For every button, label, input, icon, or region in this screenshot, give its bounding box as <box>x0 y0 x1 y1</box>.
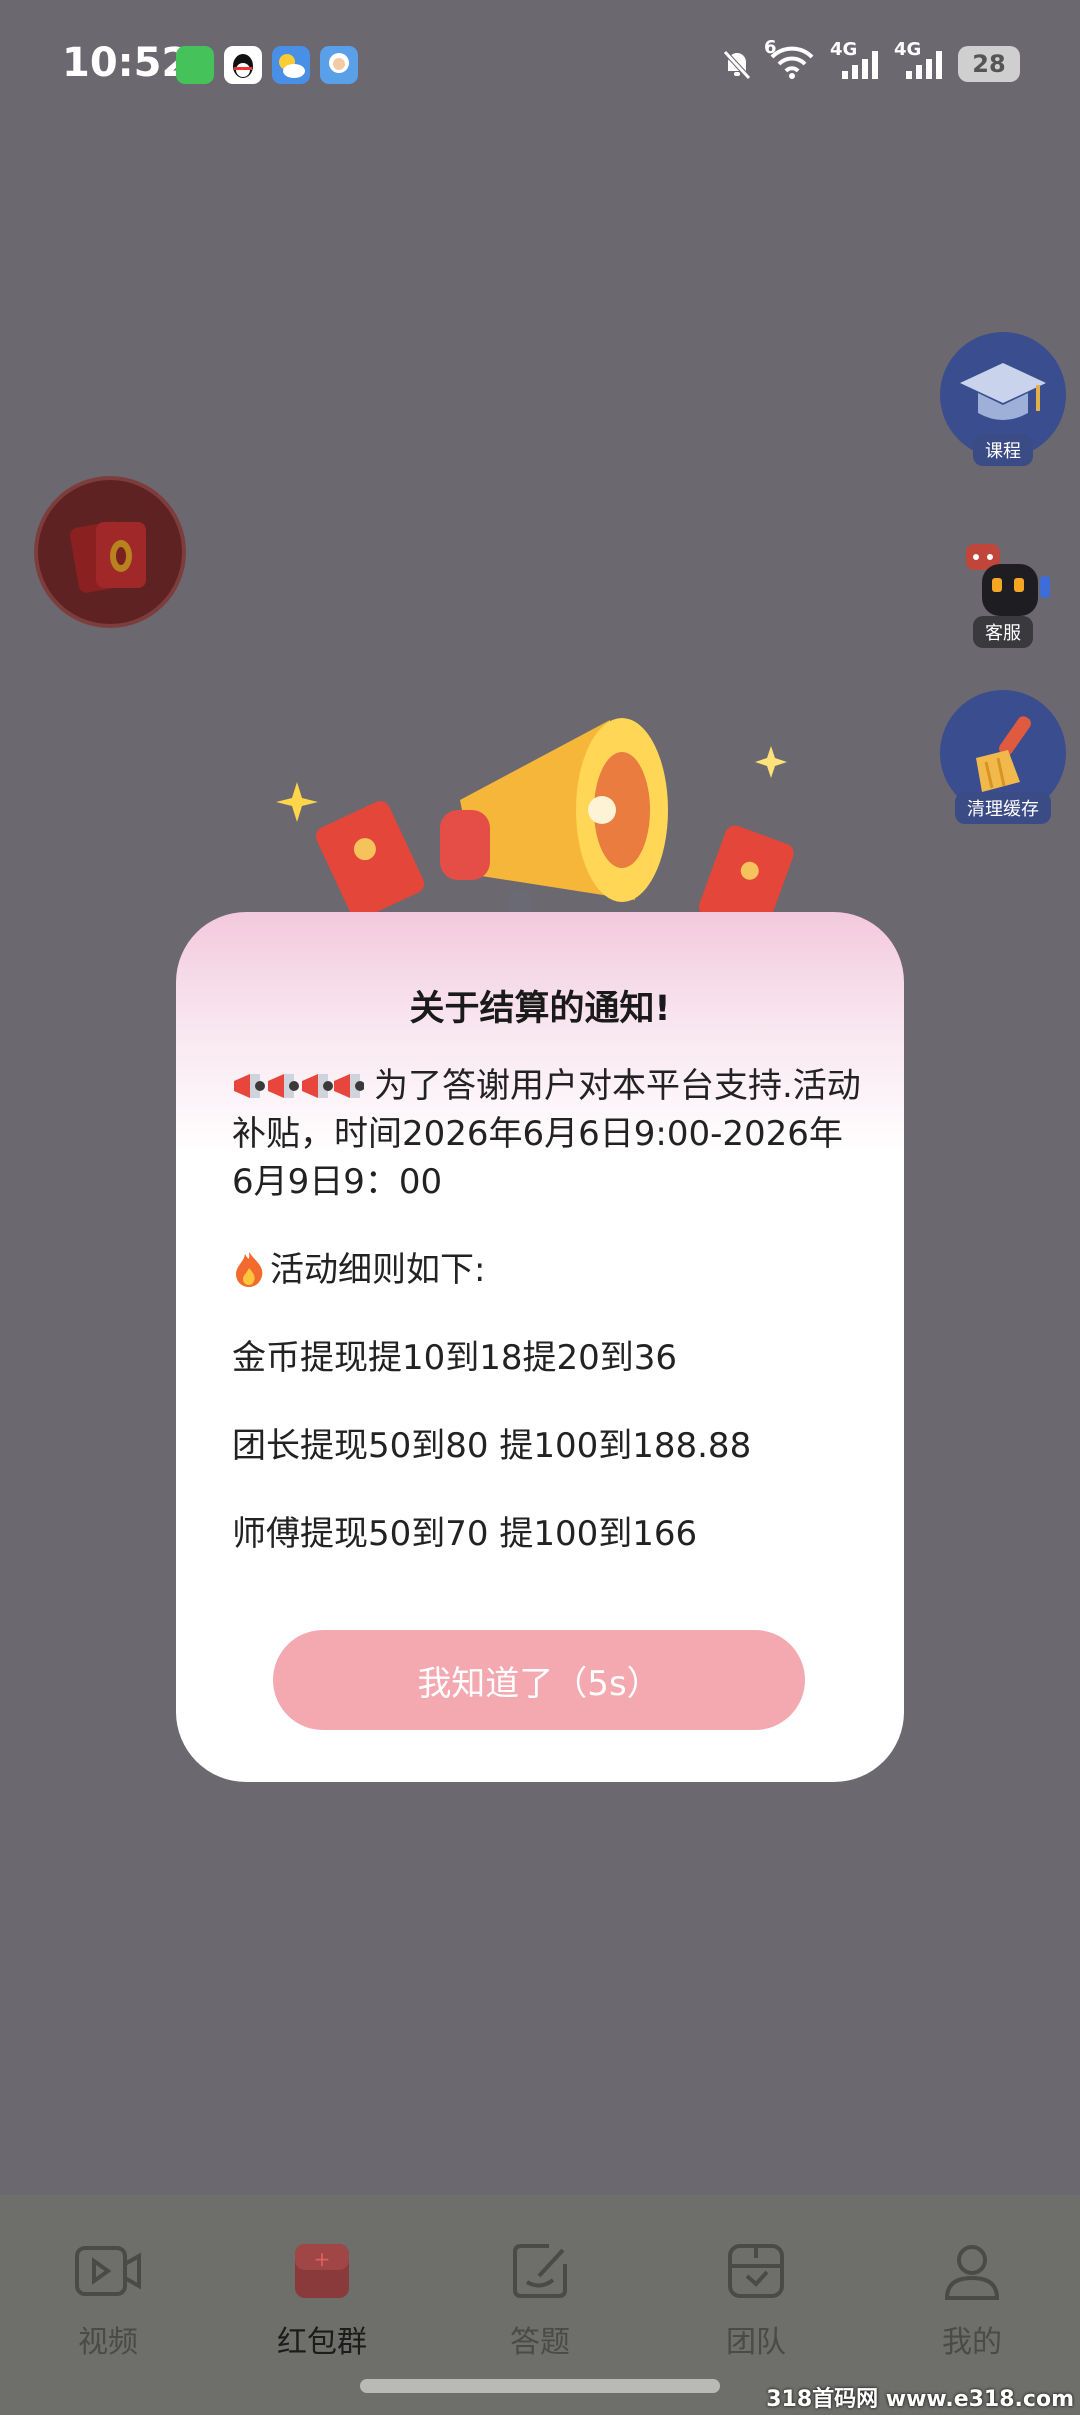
svg-text:+: + <box>314 2247 331 2271</box>
nav-item-video[interactable]: 视频 <box>28 2235 188 2361</box>
wechat-icon <box>176 46 214 84</box>
nav-item-team[interactable]: 团队 <box>676 2235 836 2361</box>
fire-emoji-icon <box>236 1252 263 1287</box>
clear-cache-label: 清理缓存 <box>955 792 1051 824</box>
nav-item-red-packet-group[interactable]: + 红包群 <box>242 2235 402 2361</box>
notice-intro-paragraph: 为了答谢用户对本平台支持.活动补贴，时间2026年6月6日9:00-2026年6… <box>232 1062 862 1206</box>
team-box-icon <box>720 2235 792 2307</box>
clear-cache-button[interactable]: 清理缓存 <box>940 690 1066 824</box>
nav-label-mine: 我的 <box>942 2325 1002 2360</box>
app-avatar-icon <box>320 46 358 84</box>
dialog-body: 为了答谢用户对本平台支持.活动补贴，时间2026年6月6日9:00-2026年6… <box>232 1062 862 1558</box>
course-button[interactable]: 课程 <box>940 332 1066 466</box>
network-tag-right: 4G <box>894 39 922 60</box>
customer-service-label: 客服 <box>973 616 1033 648</box>
rules-heading: 活动细则如下: <box>232 1246 862 1294</box>
rules-heading-text: 活动细则如下: <box>270 1250 486 1290</box>
floating-red-packet-button[interactable] <box>38 480 182 624</box>
wifi-icon <box>770 46 814 79</box>
home-indicator[interactable] <box>360 2379 720 2393</box>
network-tag-left: 4G <box>830 39 858 60</box>
rule-item: 师傅提现50到70 提100到166 <box>232 1514 698 1554</box>
dialog-title: 关于结算的通知! <box>409 989 671 1029</box>
watermark: 318首码网 www.e318.com <box>766 2387 1074 2412</box>
weather-icon <box>272 46 310 84</box>
acknowledge-button[interactable]: 我知道了（5s） <box>273 1630 805 1730</box>
edit-quiz-icon <box>504 2235 576 2307</box>
settlement-notice-dialog: 关于结算的通知! 为了答谢用户对本平台支持.活动补贴，时间2026年6月6日9:… <box>176 912 904 1782</box>
wifi-6-tag: 6 <box>764 37 777 58</box>
nav-label-quiz: 答题 <box>510 2325 570 2360</box>
nav-label-red-packet-group: 红包群 <box>277 2325 367 2360</box>
video-icon <box>72 2235 144 2307</box>
status-bar: 10:52 6 4G 4G 28 <box>0 0 1080 130</box>
course-label: 课程 <box>973 434 1033 466</box>
rule-item: 金币提现提10到18提20到36 <box>232 1338 678 1378</box>
red-packet-group-icon: + <box>286 2235 358 2307</box>
battery-indicator: 28 <box>958 46 1020 82</box>
nav-item-quiz[interactable]: 答题 <box>460 2235 620 2361</box>
user-profile-icon <box>936 2235 1008 2307</box>
clock: 10:52 <box>62 40 190 86</box>
qq-icon <box>224 46 262 84</box>
rule-item: 团长提现50到80 提100到188.88 <box>232 1426 752 1466</box>
mute-bell-icon <box>723 50 751 80</box>
red-packet-icon <box>69 521 146 593</box>
customer-service-button[interactable]: 客服 <box>940 528 1066 654</box>
nav-item-mine[interactable]: 我的 <box>892 2235 1052 2361</box>
system-icons: 6 4G 4G 28 <box>720 37 1020 86</box>
nav-label-team: 团队 <box>726 2325 786 2360</box>
megaphone-emoji-icons <box>234 1074 364 1098</box>
nav-label-video: 视频 <box>78 2325 138 2360</box>
